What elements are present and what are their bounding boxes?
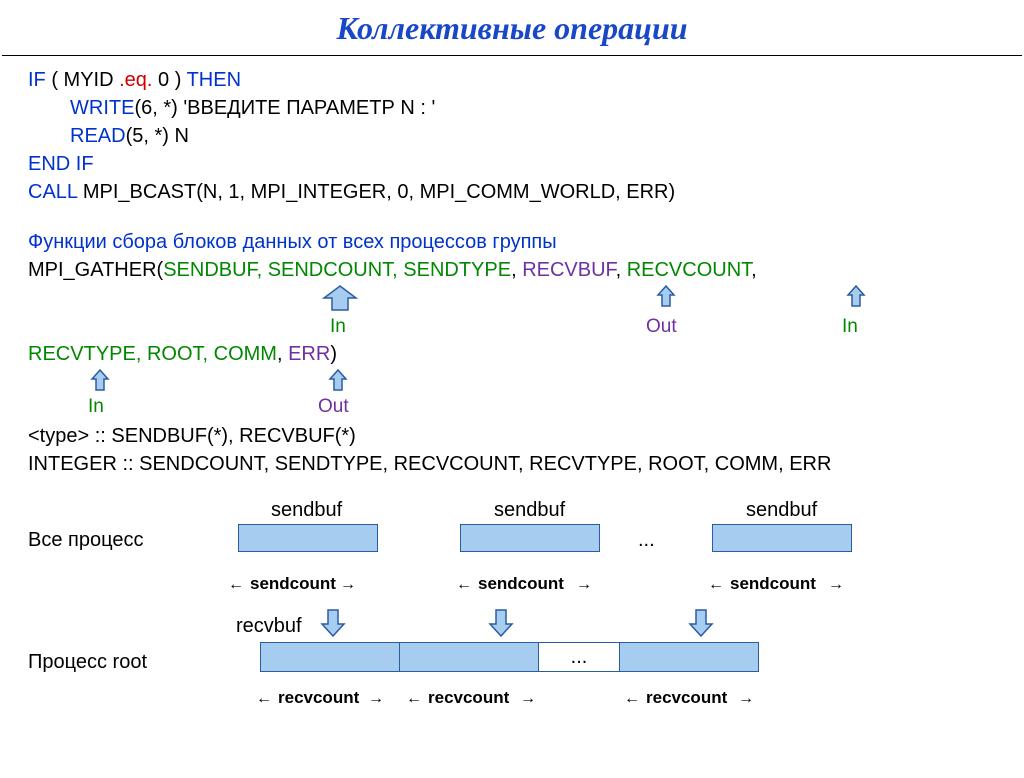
label-out-1: Out (646, 314, 677, 341)
harrow-right-icon: → (520, 688, 536, 710)
all-proc-label: Все процесс (28, 526, 143, 554)
gather-comm: COMM (214, 343, 277, 365)
label-in-2: In (842, 314, 858, 341)
page-title: Коллективные операции (0, 10, 1024, 47)
divider (2, 55, 1022, 56)
recv-dots: ... (538, 642, 620, 672)
recvcount-3: recvcount (646, 686, 727, 710)
gather-recvtype: RECVTYPE (28, 343, 136, 365)
arrow-up-icon (656, 284, 676, 308)
gather-close: ) (330, 343, 337, 365)
decl-1: <type> :: SENDBUF(*), RECVBUF(*) (28, 422, 996, 450)
gather-sig-1: MPI_GATHER(SENDBUF, SENDCOUNT, SENDTYPE,… (28, 256, 996, 284)
kw-write: WRITE (70, 97, 134, 119)
recvbuf-label: recvbuf (236, 612, 302, 640)
gather-sendbuf: SENDBUF (163, 259, 256, 281)
sendbuf-label-3: sendbuf (746, 496, 817, 524)
gather-fn: MPI_GATHER( (28, 259, 163, 281)
recv-seg-1 (260, 642, 400, 672)
sep7: , (203, 343, 214, 365)
arrow-up-icon (318, 284, 362, 314)
harrow-right-icon: → (368, 688, 384, 710)
arrow-row-2: In Out (28, 368, 996, 422)
sep3: , (511, 259, 522, 281)
bcast-call: MPI_BCAST(N, 1, MPI_INTEGER, 0, MPI_COMM… (77, 181, 675, 203)
dots-1: ... (638, 526, 655, 554)
harrow-left-icon: ← (228, 574, 244, 596)
gather-diagram: sendbuf sendbuf sendbuf Все процесс ... … (28, 496, 996, 766)
sendbuf-box-2 (460, 524, 600, 552)
sep4: , (616, 259, 627, 281)
gather-sendtype: SENDTYPE (403, 259, 511, 281)
root-proc-label: Процесс root (28, 648, 147, 676)
sendbuf-box-3 (712, 524, 852, 552)
sendcount-1: sendcount (250, 572, 336, 596)
slide-content: IF ( MYID .eq. 0 ) THEN WRITE(6, *) 'ВВЕ… (0, 66, 1024, 766)
gather-err: ERR (288, 343, 330, 365)
harrow-right-icon: → (576, 574, 592, 596)
harrow-left-icon: ← (256, 688, 272, 710)
label-in-1: In (330, 314, 346, 341)
kw-read: READ (70, 125, 126, 147)
code-line-2: WRITE(6, *) 'ВВЕДИТЕ ПАРАМЕТР N : ' (70, 94, 996, 122)
sep5: , (751, 259, 757, 281)
op-eq: .eq. (119, 69, 152, 91)
harrow-left-icon: ← (456, 574, 472, 596)
recvcount-2: recvcount (428, 686, 509, 710)
args-read: (5, *) N (126, 125, 189, 147)
arrow-down-icon (320, 608, 346, 638)
recv-seg-3 (619, 642, 759, 672)
arrow-up-icon (846, 284, 866, 308)
gather-root: ROOT (147, 343, 203, 365)
gather-recvbuf: RECVBUF (522, 259, 615, 281)
kw-then: THEN (187, 69, 241, 91)
sendcount-2: sendcount (478, 572, 564, 596)
arrow-down-icon (688, 608, 714, 638)
sendbuf-label-2: sendbuf (494, 496, 565, 524)
sep8: , (277, 343, 288, 365)
sendbuf-label-1: sendbuf (271, 496, 342, 524)
gather-sig-2: RECVTYPE, ROOT, COMM, ERR) (28, 340, 996, 368)
kw-endif: END IF (28, 150, 996, 178)
harrow-left-icon: ← (624, 688, 640, 710)
code-line-1: IF ( MYID .eq. 0 ) THEN (28, 66, 996, 94)
kw-if: IF (28, 69, 46, 91)
arrow-up-icon (90, 368, 110, 392)
kw-call: CALL (28, 181, 77, 203)
arrow-row-1: In Out In (28, 284, 996, 340)
sep1: , (257, 259, 268, 281)
arrow-up-icon (328, 368, 348, 392)
gather-sendcount: SENDCOUNT (268, 259, 392, 281)
args-write: (6, *) 'ВВЕДИТЕ ПАРАМЕТР N : ' (134, 97, 435, 119)
txt-zero: 0 ) (152, 69, 186, 91)
gather-recvcount: RECVCOUNT (627, 259, 751, 281)
sep6: , (136, 343, 147, 365)
arrow-down-icon (488, 608, 514, 638)
gather-caption: Функции сбора блоков данных от всех проц… (28, 228, 996, 256)
code-line-3: READ(5, *) N (70, 122, 996, 150)
recvcount-1: recvcount (278, 686, 359, 710)
label-out-2: Out (318, 394, 349, 421)
txt-myid: ( MYID (46, 69, 119, 91)
sendcount-3: sendcount (730, 572, 816, 596)
decl-2: INTEGER :: SENDCOUNT, SENDTYPE, RECVCOUN… (28, 450, 996, 478)
sendbuf-box-1 (238, 524, 378, 552)
harrow-right-icon: → (828, 574, 844, 596)
harrow-left-icon: ← (406, 688, 422, 710)
label-in-3: In (88, 394, 104, 421)
sep2: , (392, 259, 403, 281)
code-line-5: CALL MPI_BCAST(N, 1, MPI_INTEGER, 0, MPI… (28, 178, 996, 206)
harrow-right-icon: → (738, 688, 754, 710)
harrow-right-icon: → (340, 574, 356, 596)
harrow-left-icon: ← (708, 574, 724, 596)
recv-seg-2 (399, 642, 539, 672)
